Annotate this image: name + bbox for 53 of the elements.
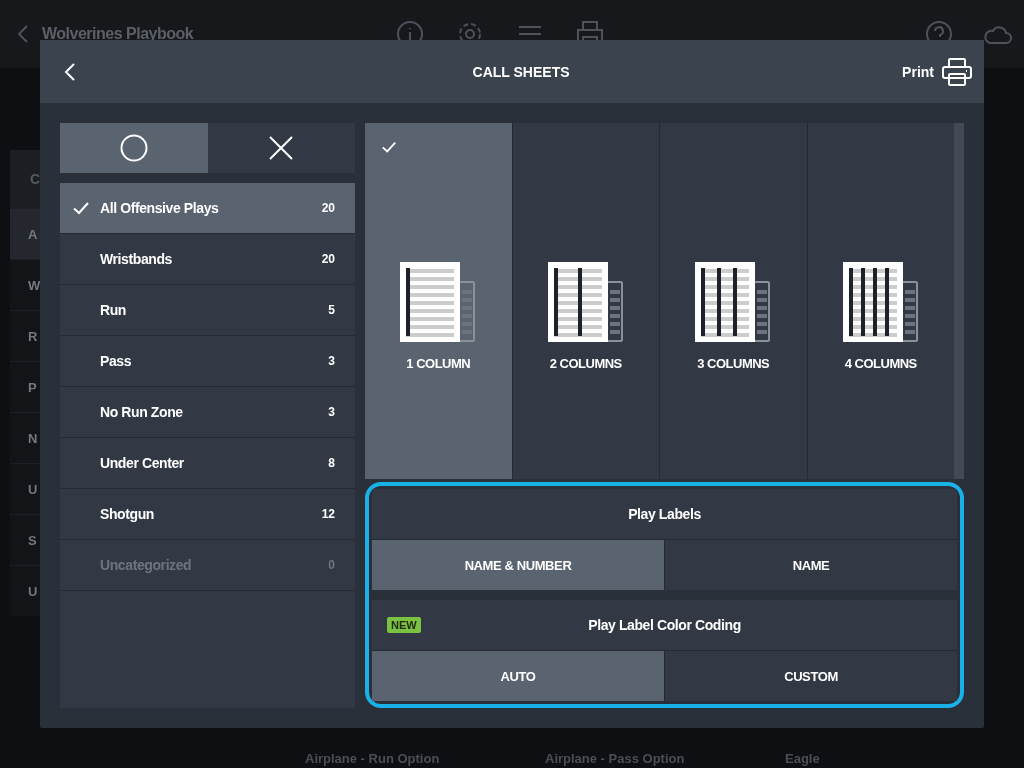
- new-badge: NEW: [387, 617, 421, 633]
- layout-label: 4 COLUMNS: [844, 355, 917, 371]
- layout-option[interactable]: 3 COLUMNS: [659, 123, 807, 479]
- category-count: 20: [321, 201, 335, 215]
- scrollbar[interactable]: [954, 123, 964, 479]
- printer-icon: [942, 57, 972, 86]
- filter-tab[interactable]: [60, 123, 208, 173]
- category-name: All Offensive Plays: [100, 200, 220, 216]
- category-name: Run: [100, 302, 127, 318]
- category-item[interactable]: Pass 3: [60, 336, 355, 387]
- layout-option[interactable]: 4 COLUMNS: [806, 123, 954, 479]
- category-count: 3: [328, 405, 335, 419]
- back-icon: [64, 61, 76, 82]
- page-layout-icon: [842, 261, 919, 342]
- category-item[interactable]: All Offensive Plays 20: [60, 183, 355, 234]
- circle-icon: [119, 134, 148, 162]
- category-name: Uncategorized: [100, 557, 193, 573]
- category-item[interactable]: Shotgun 12: [60, 489, 355, 540]
- category-count: 8: [328, 456, 335, 470]
- check-icon: [381, 139, 397, 155]
- layout-option[interactable]: 1 COLUMN: [365, 123, 512, 479]
- section-title: Play Label Color Coding: [588, 617, 741, 633]
- layout-option[interactable]: 2 COLUMNS: [511, 123, 659, 479]
- layout-label: 3 COLUMNS: [697, 355, 770, 371]
- back-icon[interactable]: [16, 24, 30, 44]
- category-name: Wristbands: [100, 251, 173, 267]
- category-item[interactable]: No Run Zone 3: [60, 387, 355, 438]
- category-item[interactable]: Run 5: [60, 285, 355, 336]
- category-count: 12: [321, 507, 335, 521]
- color-coding-option[interactable]: CUSTOM: [664, 651, 957, 701]
- filter-tab[interactable]: [207, 123, 355, 173]
- section-title: Play Labels: [628, 506, 701, 522]
- layout-label: 2 COLUMNS: [549, 355, 622, 371]
- category-count: 3: [328, 354, 335, 368]
- category-name: Under Center: [100, 455, 185, 471]
- layout-label: 1 COLUMN: [406, 355, 471, 371]
- page-layout-icon: [695, 261, 772, 342]
- category-count: 0: [328, 558, 335, 572]
- category-count: 5: [328, 303, 335, 317]
- category-item[interactable]: Under Center 8: [60, 438, 355, 489]
- category-item[interactable]: Wristbands 20: [60, 234, 355, 285]
- playbook-title: Wolverines Playbook: [42, 25, 194, 43]
- page-layout-icon: [547, 261, 624, 342]
- print-button[interactable]: Print: [902, 57, 972, 86]
- color-coding-option[interactable]: AUTO: [372, 651, 664, 701]
- category-count: 20: [321, 252, 335, 266]
- category-name: No Run Zone: [100, 404, 184, 420]
- close-icon: [268, 135, 295, 161]
- category-name: Pass: [100, 353, 133, 369]
- page-layout-icon: [400, 261, 477, 342]
- label-option[interactable]: NAME & NUMBER: [372, 540, 664, 590]
- category-name: Shotgun: [100, 506, 155, 522]
- dialog-title: CALL SHEETS: [471, 63, 571, 80]
